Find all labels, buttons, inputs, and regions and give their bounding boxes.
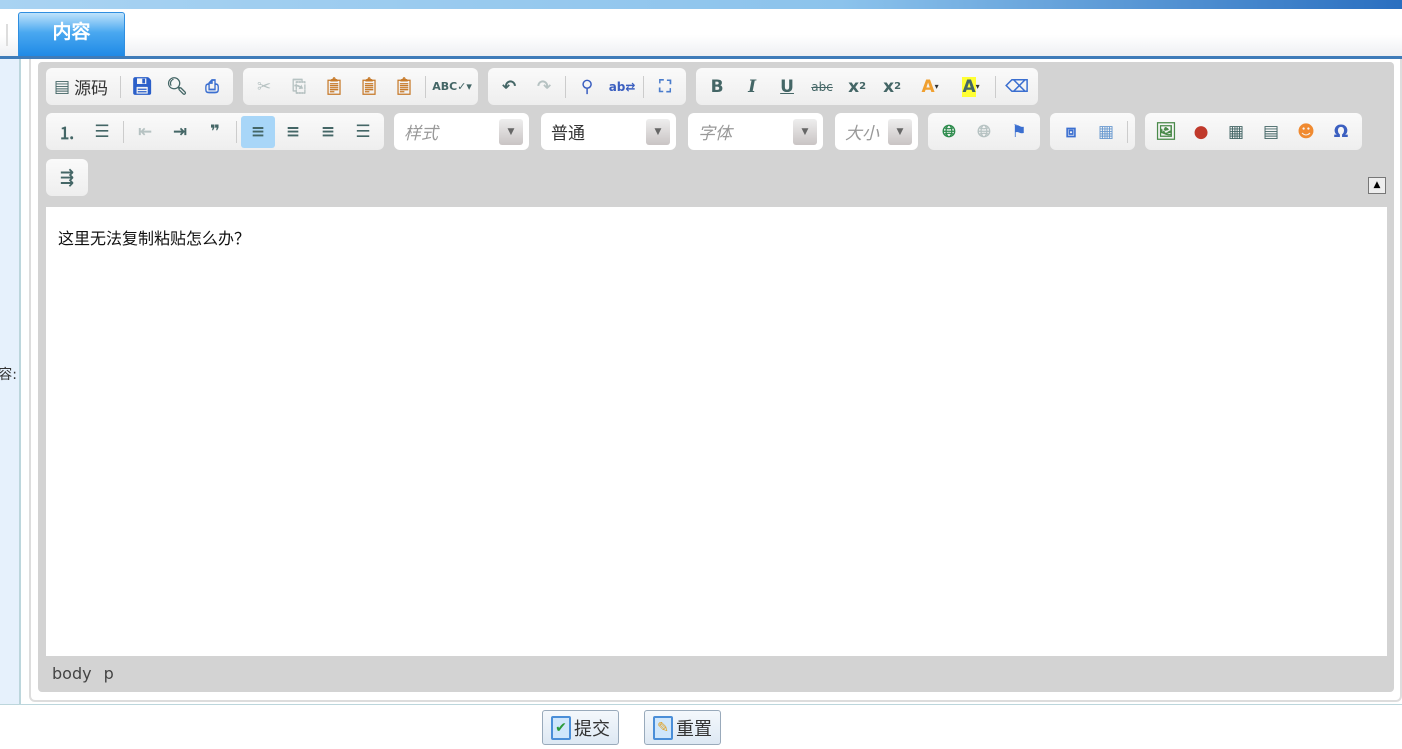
pencil-icon: ✎ [653,715,673,740]
style-placeholder: 样式 [404,124,438,144]
tab-bar: 内容 [0,9,1402,56]
style-select[interactable]: 样式 ▼ [394,113,529,150]
special-char-omega-icon[interactable]: Ω [1324,116,1358,148]
field-label: 容: [0,367,17,383]
undo-icon[interactable]: ↶ [492,71,526,103]
field-label-column: 容: [0,59,21,704]
print-icon[interactable]: ⎙ [195,71,229,103]
separator [643,75,645,98]
justify-icon[interactable]: ☰ [346,116,380,148]
align-left-icon[interactable]: ≡ [241,115,275,148]
separator [1127,120,1128,143]
separator [236,120,237,143]
bulleted-list-icon[interactable]: ☰ [85,116,119,148]
divider [0,704,1402,705]
link-icon[interactable]: 🌐︎ [932,116,966,148]
size-placeholder: 大小 [845,124,879,144]
subscript-icon[interactable]: x2 [840,71,874,103]
path-item-p[interactable]: p [104,664,114,683]
separator [995,75,997,98]
horizontal-rule-icon[interactable]: ▤ [1254,116,1288,148]
toolbar-group-editing: ↶ ↷ ⚲ ab⇄ ⛶ [488,68,687,105]
align-center-icon[interactable]: ≡ [276,116,310,148]
cut-icon[interactable]: ✂ [247,71,281,103]
rich-text-editor: ▤ 源码 💾︎ 🔍︎ ⎙ ✂ ⎘ 📋︎ 📋︎ 📋︎ ABC✓▾ ↶ ↷ ⚲ ab⇄… [38,62,1394,692]
paste-text-icon[interactable]: 📋︎ [352,71,386,103]
font-placeholder: 字体 [698,124,732,144]
chevron-down-icon: ▼ [646,118,670,145]
format-select[interactable]: 普通 ▼ [541,113,676,150]
toolbar-row-1: ▤ 源码 💾︎ 🔍︎ ⎙ ✂ ⎘ 📋︎ 📋︎ 📋︎ ABC✓▾ ↶ ↷ ⚲ ab⇄… [46,68,1039,105]
spellcheck-icon[interactable]: ABC✓▾ [430,71,474,103]
text-color-icon[interactable]: A ▾ [910,71,950,103]
path-item-body[interactable]: body [52,664,92,683]
top-banner-strip [0,0,1402,9]
image-icon[interactable]: 🖼︎ [1149,116,1183,148]
reset-button[interactable]: ✎ 重置 [644,710,721,745]
copy-icon[interactable]: ⎘ [282,71,316,103]
size-select[interactable]: 大小 ▼ [835,113,918,150]
find-icon[interactable]: ⚲ [570,71,604,103]
superscript-icon[interactable]: x2 [875,71,909,103]
background-color-icon[interactable]: A ▾ [951,71,991,103]
strikethrough-icon[interactable]: abc [805,71,839,103]
font-select[interactable]: 字体 ▼ [688,113,823,150]
outdent-icon[interactable]: ⇤ [128,116,162,148]
show-blocks-icon[interactable]: ▦ [1089,116,1123,148]
submit-label: 提交 [574,718,610,740]
anchor-flag-icon[interactable]: ⚑ [1002,116,1036,148]
align-right-icon[interactable]: ≡ [311,116,345,148]
element-path-bar: body p [52,664,114,683]
save-icon[interactable]: 💾︎ [125,71,159,103]
toolbar-group-tools: ⧈ ▦ [1050,113,1135,150]
flash-icon[interactable]: ● [1184,116,1218,148]
maximize-icon[interactable]: ⧈ [1054,116,1088,148]
paste-icon[interactable]: 📋︎ [317,71,351,103]
toolbar-group-clipboard: ✂ ⎘ 📋︎ 📋︎ 📋︎ ABC✓▾ [243,68,479,105]
separator [425,75,427,98]
document-icon: ▤ [54,76,71,97]
underline-icon[interactable]: U [770,71,804,103]
separator [120,75,122,98]
separator [565,75,567,98]
bold-icon[interactable]: B [700,71,734,103]
checkmark-icon: ✔ [551,715,571,740]
toolbar-group-links: 🌐︎ 🌐︎ ⚑ [928,113,1040,150]
content-paragraph: 这里无法复制粘贴怎么办？ [58,229,251,248]
page-break-icon[interactable]: ⇶ [50,162,84,194]
toolbar-group-insert: 🖼︎ ● ▦ ▤ ☻ Ω [1145,113,1362,150]
editor-content-area[interactable]: 这里无法复制粘贴怎么办？ [46,207,1387,656]
smiley-icon[interactable]: ☻ [1289,116,1323,148]
tab-separator [6,24,8,46]
redo-icon[interactable]: ↷ [527,71,561,103]
toolbar-row-2: ⒈ ☰ ⇤ ⇥ ❞ ≡ ≡ ≡ ☰ 样式 ▼ 普通 ▼ 字体 ▼ 大小 ▼ 🌐︎ 🌐︎ … [46,113,1362,150]
indent-icon[interactable]: ⇥ [163,116,197,148]
separator [123,120,124,143]
paste-word-icon[interactable]: 📋︎ [387,71,421,103]
numbered-list-icon[interactable]: ⒈ [50,116,84,148]
source-button[interactable]: ▤ 源码 [50,71,116,103]
source-label: 源码 [74,79,109,99]
tab-content[interactable]: 内容 [18,12,125,56]
collapse-toolbar-button[interactable]: ▲ [1368,177,1386,194]
table-icon[interactable]: ▦ [1219,116,1253,148]
unlink-icon[interactable]: 🌐︎ [967,116,1001,148]
toolbar-group-paragraph: ⒈ ☰ ⇤ ⇥ ❞ ≡ ≡ ≡ ☰ [46,113,384,150]
select-all-icon[interactable]: ⛶ [648,71,682,103]
italic-icon[interactable]: I [735,71,769,103]
reset-label: 重置 [676,718,712,740]
replace-icon[interactable]: ab⇄ [605,71,639,103]
chevron-down-icon: ▼ [888,118,912,145]
remove-format-icon[interactable]: ⌫ [1000,71,1034,103]
chevron-down-icon: ▼ [793,118,817,145]
submit-button[interactable]: ✔ 提交 [542,710,619,745]
format-value: 普通 [551,124,585,144]
toolbar-group-document: ▤ 源码 💾︎ 🔍︎ ⎙ [46,68,234,105]
chevron-down-icon: ▼ [499,118,523,145]
toolbar-row-3: ⇶ [46,159,88,196]
blockquote-icon[interactable]: ❞ [198,116,232,148]
toolbar-group-basicstyles: B I U abc x2 x2 A ▾ A ▾ ⌫ [696,68,1039,105]
preview-icon[interactable]: 🔍︎ [160,71,194,103]
toolbar-group-pagebreak: ⇶ [46,159,88,196]
